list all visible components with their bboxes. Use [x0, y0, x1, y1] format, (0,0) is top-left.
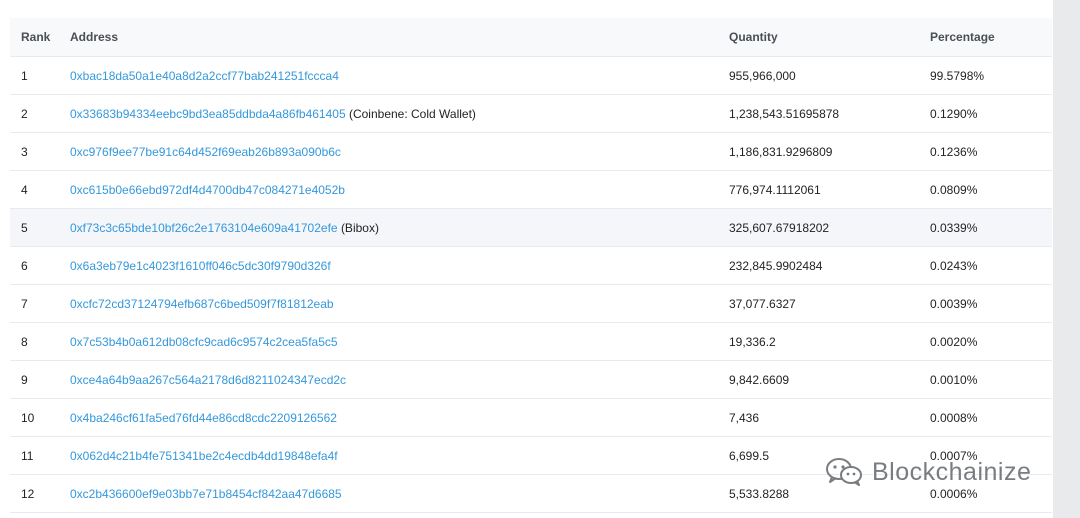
table-row: 3 0xc976f9ee77be91c64d452f69eab26b893a09… — [10, 132, 1052, 171]
address-name-tag: (Coinbene: Cold Wallet) — [348, 106, 476, 121]
watermark: Blockchainize — [824, 452, 1031, 492]
address-cell: 0xc2b436600ef9e03bb7e71b8454cf842aa47d66… — [59, 474, 718, 513]
wechat-icon — [826, 458, 862, 486]
table-row: 2 0x33683b94334eebc9bd3ea85ddbda4a86fb46… — [10, 94, 1052, 133]
address-cell: 0x062d4c21b4fe751341be2c4ecdb4dd19848efa… — [59, 436, 718, 475]
quantity-cell: 7,436 — [718, 398, 919, 437]
address-column-header: Address — [59, 18, 718, 57]
percentage-cell: 0.0010% — [919, 360, 1052, 399]
address-cell: 0xbac18da50a1e40a8d2a2ccf77bab241251fccc… — [59, 56, 718, 95]
quantity-cell: 955,966,000 — [718, 56, 919, 95]
address-link[interactable]: 0x6a3eb79e1c4023f1610ff046c5dc30f9790d32… — [70, 259, 331, 273]
address-link[interactable]: 0xc2b436600ef9e03bb7e71b8454cf842aa47d66… — [70, 487, 342, 501]
address-cell: 0xc615b0e66ebd972df4d4700db47c084271e405… — [59, 170, 718, 209]
table-row: 1 0xbac18da50a1e40a8d2a2ccf77bab241251fc… — [10, 56, 1052, 95]
address-cell: 0x6a3eb79e1c4023f1610ff046c5dc30f9790d32… — [59, 246, 718, 285]
quantity-cell: 325,607.67918202 — [718, 208, 919, 247]
quantity-cell: 19,336.2 — [718, 322, 919, 361]
address-link[interactable]: 0xcfc72cd37124794efb687c6bed509f7f81812e… — [70, 297, 334, 311]
address-link[interactable]: 0xc976f9ee77be91c64d452f69eab26b893a090b… — [70, 145, 341, 159]
rank-cell: 6 — [10, 246, 59, 285]
watermark-text: Blockchainize — [872, 457, 1032, 486]
address-link[interactable]: 0xc615b0e66ebd972df4d4700db47c084271e405… — [70, 183, 345, 197]
table-row: 8 0x7c53b4b0a612db08cfc9cad6c9574c2cea5f… — [10, 322, 1052, 361]
percentage-cell: 99.5798% — [919, 56, 1052, 95]
rank-cell: 1 — [10, 56, 59, 95]
address-cell: 0xcfc72cd37124794efb687c6bed509f7f81812e… — [59, 284, 718, 323]
address-link[interactable]: 0x062d4c21b4fe751341be2c4ecdb4dd19848efa… — [70, 449, 338, 463]
scrollbar-track[interactable] — [1053, 0, 1080, 518]
address-link[interactable]: 0xce4a64b9aa267c564a2178d6d8211024347ecd… — [70, 373, 346, 387]
address-cell: 0x7c53b4b0a612db08cfc9cad6c9574c2cea5fa5… — [59, 322, 718, 361]
table-row: 10 0x4ba246cf61fa5ed76fd44e86cd8cdc22091… — [10, 398, 1052, 437]
quantity-cell: 37,077.6327 — [718, 284, 919, 323]
address-link[interactable]: 0xbac18da50a1e40a8d2a2ccf77bab241251fccc… — [70, 69, 339, 83]
table-row: 6 0x6a3eb79e1c4023f1610ff046c5dc30f9790d… — [10, 246, 1052, 285]
percentage-cell: 0.0008% — [919, 398, 1052, 437]
address-link[interactable]: 0xf73c3c65bde10bf26c2e1763104e609a41702e… — [70, 221, 338, 235]
address-link[interactable]: 0x7c53b4b0a612db08cfc9cad6c9574c2cea5fa5… — [70, 335, 338, 349]
percentage-cell: 0.1290% — [919, 94, 1052, 133]
rank-cell: 11 — [10, 436, 59, 475]
rank-cell: 2 — [10, 94, 59, 133]
quantity-column-header: Quantity — [718, 18, 919, 57]
rank-cell: 3 — [10, 132, 59, 171]
address-cell: 0xc976f9ee77be91c64d452f69eab26b893a090b… — [59, 132, 718, 171]
table-row: 4 0xc615b0e66ebd972df4d4700db47c084271e4… — [10, 170, 1052, 209]
table-header-row: Rank Address Quantity Percentage — [10, 18, 1052, 57]
table-row: 9 0xce4a64b9aa267c564a2178d6d8211024347e… — [10, 360, 1052, 399]
address-cell: 0x4ba246cf61fa5ed76fd44e86cd8cdc22091265… — [59, 398, 718, 437]
rank-cell: 9 — [10, 360, 59, 399]
rank-cell: 8 — [10, 322, 59, 361]
table-row: 7 0xcfc72cd37124794efb687c6bed509f7f8181… — [10, 284, 1052, 323]
percentage-cell: 0.0809% — [919, 170, 1052, 209]
percentage-column-header: Percentage — [919, 18, 1052, 57]
quantity-cell: 232,845.9902484 — [718, 246, 919, 285]
rank-column-header: Rank — [10, 18, 59, 57]
address-cell: 0xce4a64b9aa267c564a2178d6d8211024347ecd… — [59, 360, 718, 399]
percentage-cell: 0.0020% — [919, 322, 1052, 361]
address-name-tag: (Bibox) — [340, 220, 379, 235]
quantity-cell: 1,238,543.51695878 — [718, 94, 919, 133]
percentage-cell: 0.0039% — [919, 284, 1052, 323]
rank-cell: 5 — [10, 208, 59, 247]
rank-cell: 4 — [10, 170, 59, 209]
address-link[interactable]: 0x33683b94334eebc9bd3ea85ddbda4a86fb4614… — [70, 107, 346, 121]
rank-cell: 10 — [10, 398, 59, 437]
percentage-cell: 0.1236% — [919, 132, 1052, 171]
quantity-cell: 776,974.1112061 — [718, 170, 919, 209]
percentage-cell: 0.0243% — [919, 246, 1052, 285]
rank-cell: 7 — [10, 284, 59, 323]
address-cell: 0xf73c3c65bde10bf26c2e1763104e609a41702e… — [59, 208, 718, 247]
percentage-cell: 0.0339% — [919, 208, 1052, 247]
quantity-cell: 9,842.6609 — [718, 360, 919, 399]
token-holders-page: Rank Address Quantity Percentage 1 0xbac… — [0, 0, 1080, 518]
quantity-cell: 1,186,831.9296809 — [718, 132, 919, 171]
address-link[interactable]: 0x4ba246cf61fa5ed76fd44e86cd8cdc22091265… — [70, 411, 337, 425]
token-holders-table: Rank Address Quantity Percentage 1 0xbac… — [10, 18, 1052, 513]
rank-cell: 12 — [10, 474, 59, 513]
address-cell: 0x33683b94334eebc9bd3ea85ddbda4a86fb4614… — [59, 94, 718, 133]
table-row: 5 0xf73c3c65bde10bf26c2e1763104e609a4170… — [10, 208, 1052, 247]
